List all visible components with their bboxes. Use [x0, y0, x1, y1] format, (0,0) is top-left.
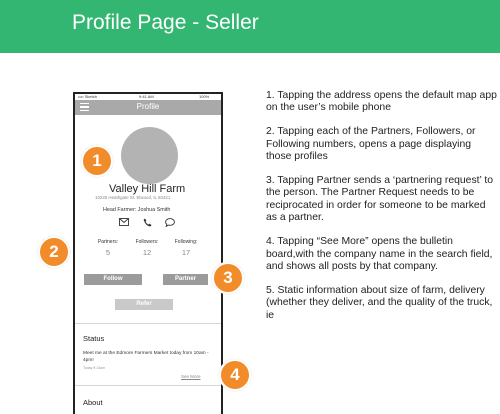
- callout-marker-2: 2: [38, 236, 70, 268]
- stat-following[interactable]: Following: 17: [168, 239, 204, 257]
- battery-label: 100%: [199, 94, 210, 99]
- stat-label: Followers:: [135, 239, 159, 245]
- status-heading: Status: [83, 334, 105, 343]
- callout-marker-4: 4: [219, 359, 251, 391]
- note-2: 2. Tapping each of the Partners, Followe…: [266, 126, 476, 163]
- refer-button[interactable]: Refer: [115, 299, 173, 310]
- farm-name: Valley Hill Farm: [109, 183, 186, 195]
- callout-marker-1: 1: [81, 145, 113, 177]
- contact-icons: [119, 218, 179, 228]
- partner-button[interactable]: Partner: [163, 274, 208, 285]
- status-timestamp: Today 9:14am: [83, 366, 105, 370]
- clock-label: 9:41 AM: [139, 94, 154, 99]
- stat-label: Following:: [174, 239, 198, 245]
- divider: [75, 385, 221, 386]
- stat-value[interactable]: 5: [90, 248, 126, 257]
- header-banner: Profile Page - Seller: [0, 0, 500, 53]
- note-5: 5. Static information about size of farm…: [266, 284, 493, 321]
- note-3: 3. Tapping Partner sends a ‘partnering r…: [266, 175, 494, 224]
- carrier-label: •••• Sketch: [78, 94, 97, 99]
- stat-followers[interactable]: Followers: 12: [129, 239, 165, 257]
- annotation-notes: 1. Tapping the address opens the default…: [266, 90, 498, 334]
- nav-title: Profile: [136, 102, 160, 111]
- callout-marker-3: 3: [212, 262, 244, 294]
- phone-mockup: •••• Sketch 9:41 AM 100% Profile Valley …: [73, 92, 223, 414]
- divider: [75, 323, 221, 324]
- note-1: 1. Tapping the address opens the default…: [266, 90, 497, 114]
- about-heading: About: [83, 398, 103, 407]
- phone-icon[interactable]: [143, 218, 152, 227]
- note-4: 4. Tapping “See More” opens the bulletin…: [266, 236, 493, 272]
- page-title: Profile Page - Seller: [72, 11, 259, 34]
- farm-address-link[interactable]: 10225 Heathgate St. Elwood, IL 60421: [95, 195, 170, 200]
- stat-value[interactable]: 12: [129, 248, 165, 257]
- nav-bar: Profile: [75, 100, 221, 115]
- stat-partners[interactable]: Partners: 5: [90, 239, 126, 257]
- status-post-text: Meet me at the Edmore Farmers Market tod…: [83, 351, 209, 363]
- follow-button[interactable]: Follow: [84, 274, 142, 285]
- avatar: [121, 127, 178, 184]
- chat-icon[interactable]: [165, 218, 175, 227]
- stat-label: Partners:: [97, 239, 119, 245]
- stat-value[interactable]: 17: [168, 248, 204, 257]
- see-more-link[interactable]: See More: [181, 374, 201, 379]
- mail-icon[interactable]: [119, 218, 129, 226]
- head-farmer-label: Head Farmer: Joshua Smith: [103, 207, 171, 213]
